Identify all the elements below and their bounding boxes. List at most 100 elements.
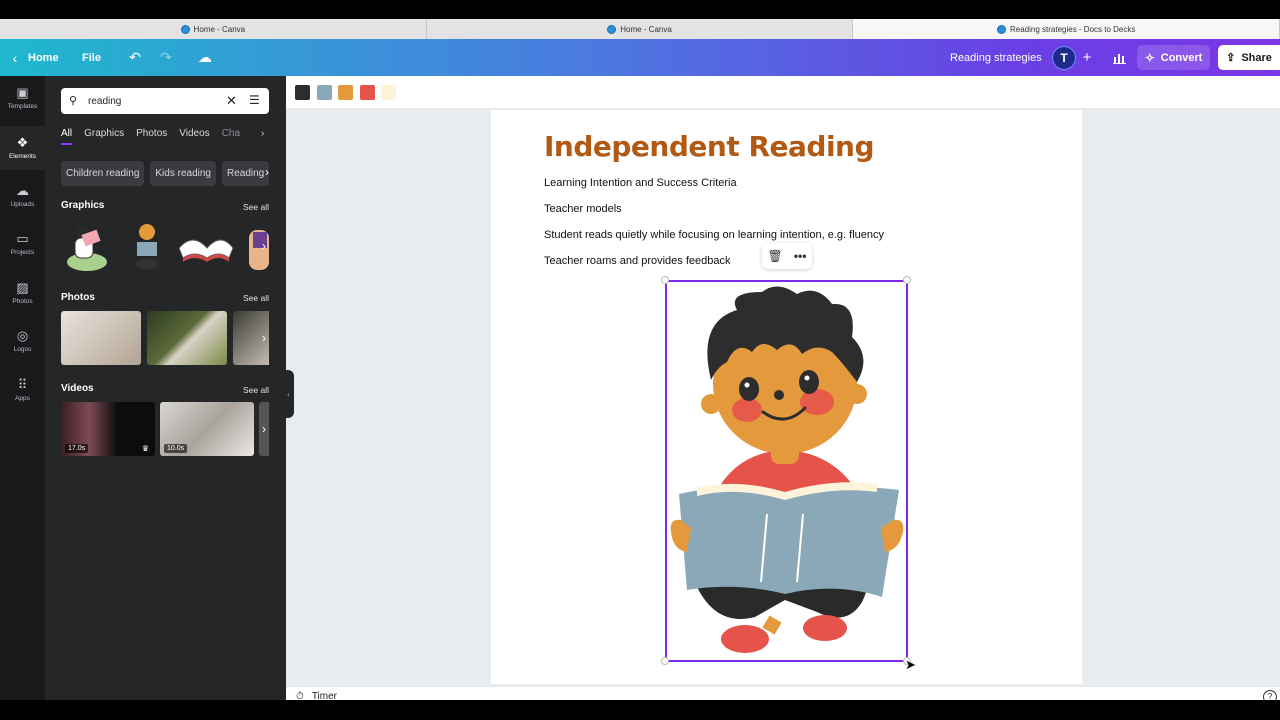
more-options-icon[interactable]: ••• bbox=[794, 249, 807, 263]
rail-label: Uploads bbox=[10, 201, 35, 208]
rail-item-uploads[interactable]: ☁ Uploads bbox=[0, 174, 45, 218]
photos-see-all-link[interactable]: See all bbox=[243, 293, 269, 303]
color-toolbar bbox=[286, 76, 1280, 109]
convert-label: Convert bbox=[1160, 51, 1203, 64]
graphics-next-icon[interactable]: › bbox=[262, 239, 266, 253]
text-line-1[interactable]: Learning Intention and Success Criteria bbox=[544, 177, 737, 189]
video-thumbnail-2[interactable]: 10.0s bbox=[160, 402, 254, 456]
graphic-boy-reading[interactable] bbox=[135, 223, 159, 269]
canva-editor-window: Home - Canva Home - Canva Reading strate… bbox=[0, 0, 1280, 720]
resize-handle-top-right[interactable] bbox=[903, 276, 911, 284]
share-icon: ⇪ bbox=[1226, 52, 1236, 64]
chevron-left-icon[interactable]: ‹ bbox=[9, 39, 21, 76]
search-icon: ⚲ bbox=[69, 95, 78, 107]
user-avatar[interactable]: T bbox=[1052, 46, 1076, 70]
color-swatch[interactable] bbox=[381, 85, 396, 100]
templates-icon: ▣ bbox=[16, 85, 29, 100]
video-thumbnail-1[interactable]: 17.0s ♛ bbox=[61, 402, 155, 456]
rail-label: Photos bbox=[12, 298, 33, 305]
graphic-person-book[interactable] bbox=[249, 230, 269, 270]
screen-bottom-edge bbox=[0, 700, 1280, 720]
chip-children-reading[interactable]: Children reading bbox=[61, 161, 145, 186]
bottom-toolbar: ⏱ Timer ? bbox=[286, 686, 1280, 704]
panel-tabs: All Graphics Photos Videos Cha bbox=[61, 123, 283, 147]
rail-item-projects[interactable]: ▭ Projects bbox=[0, 222, 45, 266]
browser-tab-3[interactable]: Reading strategies - Docs to Decks bbox=[853, 19, 1280, 39]
collapse-panel-handle[interactable]: ‹ bbox=[283, 370, 294, 418]
rail-label: Apps bbox=[15, 395, 30, 402]
add-collaborator-icon[interactable]: + bbox=[1080, 39, 1094, 76]
photo-thumbnail-2[interactable] bbox=[147, 311, 227, 365]
rail-label: Logos bbox=[13, 346, 32, 353]
rail-label: Elements bbox=[8, 153, 37, 160]
tab-all[interactable]: All bbox=[61, 123, 73, 145]
premium-crown-icon: ♛ bbox=[141, 444, 149, 453]
graphics-see-all-link[interactable]: See all bbox=[243, 202, 269, 212]
color-swatch[interactable] bbox=[338, 85, 353, 100]
videos-next-icon[interactable]: › bbox=[262, 422, 266, 436]
rail-label: Templates bbox=[7, 103, 38, 110]
suggestion-chips: Children reading Kids reading Reading bbox=[61, 161, 277, 187]
tab-videos[interactable]: Videos bbox=[179, 123, 209, 139]
convert-button[interactable]: ✧ Convert bbox=[1137, 45, 1210, 70]
tabs-next-icon[interactable]: › bbox=[261, 128, 264, 139]
rail-item-apps[interactable]: ⠿ Apps bbox=[0, 368, 45, 412]
tab-photos[interactable]: Photos bbox=[136, 123, 167, 139]
text-line-4[interactable]: Teacher roams and provides feedback bbox=[544, 255, 731, 267]
file-menu-button[interactable]: File bbox=[82, 39, 101, 76]
editor-header: ‹ Home File ↶ ↷ ☁ Reading strategies + bbox=[0, 39, 1280, 76]
document-name[interactable]: Reading strategies bbox=[950, 39, 1042, 76]
share-button[interactable]: ⇪ Share bbox=[1218, 45, 1280, 70]
share-label: Share bbox=[1241, 51, 1272, 64]
browser-tab-2[interactable]: Home - Canva bbox=[427, 19, 854, 39]
filter-icon[interactable]: ☰ bbox=[249, 93, 260, 107]
color-swatch[interactable] bbox=[317, 85, 332, 100]
graphic-girl-reading[interactable] bbox=[67, 225, 107, 271]
chip-reading[interactable]: Reading bbox=[221, 161, 270, 186]
canva-favicon-icon bbox=[607, 24, 617, 34]
photos-icon: ▨ bbox=[16, 280, 29, 295]
graphics-row bbox=[61, 218, 269, 274]
videos-see-all-link[interactable]: See all bbox=[243, 385, 269, 395]
photos-section-title: Photos bbox=[61, 292, 95, 303]
text-line-3[interactable]: Student reads quietly while focusing on … bbox=[544, 229, 884, 241]
resize-handle-top-left[interactable] bbox=[661, 276, 669, 284]
rail-item-logos[interactable]: ◎ Logos bbox=[0, 319, 45, 363]
cloud-save-icon[interactable]: ☁ bbox=[196, 39, 214, 76]
insights-chart-icon[interactable] bbox=[1110, 39, 1128, 76]
undo-icon[interactable]: ↶ bbox=[126, 39, 144, 76]
search-field[interactable]: ⚲ reading ✕ ☰ bbox=[61, 88, 269, 114]
apps-icon: ⠿ bbox=[17, 377, 28, 392]
browser-tab-1[interactable]: Home - Canva bbox=[0, 19, 427, 39]
graphic-open-book[interactable] bbox=[178, 239, 234, 262]
chips-next-icon[interactable]: › bbox=[265, 165, 269, 179]
logos-icon: ◎ bbox=[16, 328, 29, 343]
search-input[interactable]: reading bbox=[88, 96, 121, 107]
projects-icon: ▭ bbox=[16, 231, 29, 246]
photos-next-icon[interactable]: › bbox=[262, 331, 266, 345]
home-button[interactable]: Home bbox=[28, 39, 59, 76]
rail-item-elements[interactable]: ❖ Elements bbox=[0, 126, 45, 170]
delete-icon[interactable]: 🗑 bbox=[768, 249, 783, 263]
color-swatch[interactable] bbox=[295, 85, 310, 100]
canva-favicon-icon bbox=[180, 24, 190, 34]
text-line-2[interactable]: Teacher models bbox=[544, 203, 622, 215]
clear-search-icon[interactable]: ✕ bbox=[226, 93, 237, 109]
canva-favicon-icon bbox=[996, 24, 1006, 34]
videos-section-title: Videos bbox=[61, 383, 94, 394]
color-swatch[interactable] bbox=[360, 85, 375, 100]
tab-graphics[interactable]: Graphics bbox=[84, 123, 124, 139]
redo-icon[interactable]: ↷ bbox=[157, 39, 175, 76]
tab-charts[interactable]: Cha bbox=[222, 123, 240, 139]
browser-tab-label: Reading strategies - Docs to Decks bbox=[1009, 24, 1136, 34]
graphics-section-title: Graphics bbox=[61, 200, 105, 211]
uploads-icon: ☁ bbox=[16, 183, 29, 198]
page-title[interactable]: Independent Reading bbox=[544, 130, 875, 163]
rail-item-photos[interactable]: ▨ Photos bbox=[0, 271, 45, 315]
chip-kids-reading[interactable]: Kids reading bbox=[150, 161, 216, 186]
photos-row bbox=[61, 311, 269, 367]
video-duration: 10.0s bbox=[164, 444, 188, 453]
resize-handle-bottom-left[interactable] bbox=[661, 657, 669, 665]
photo-thumbnail-1[interactable] bbox=[61, 311, 141, 365]
rail-item-templates[interactable]: ▣ Templates bbox=[0, 76, 45, 120]
